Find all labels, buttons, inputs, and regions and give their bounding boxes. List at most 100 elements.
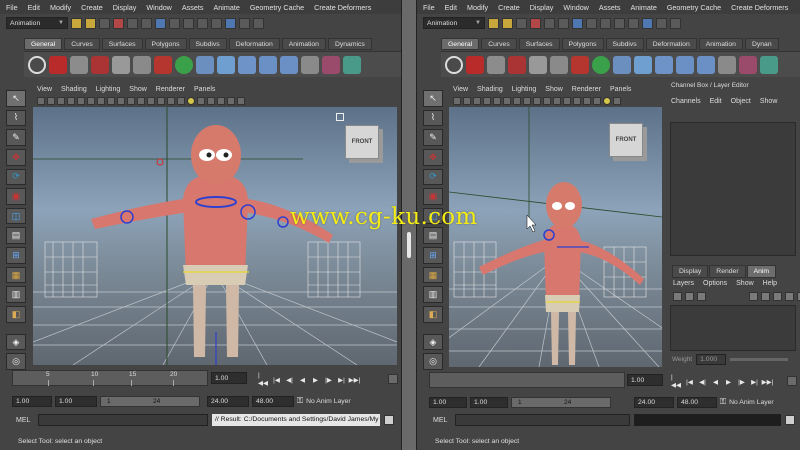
play-forwards-icon[interactable]: ▶ [310, 374, 321, 385]
use-lights-icon[interactable] [603, 96, 611, 105]
film-reel-icon[interactable] [445, 55, 463, 74]
binoculars-2-icon[interactable] [550, 55, 568, 74]
key-icon[interactable]: ⚿ [297, 396, 303, 406]
scale-tool-icon[interactable]: ▣ [6, 188, 26, 205]
layer-menu-options[interactable]: Options [703, 278, 727, 290]
graph-icon[interactable]: ▥ [423, 286, 443, 304]
anim-prefs-icon[interactable] [388, 374, 398, 384]
playback-end-field[interactable]: 24.00 [207, 395, 249, 407]
bookmark-icon[interactable] [57, 96, 65, 105]
time-slider[interactable] [429, 372, 625, 388]
mode-dropdown[interactable]: Animation ▼ [423, 17, 485, 29]
camera-select-icon[interactable] [37, 96, 45, 105]
smooth-shade-icon[interactable] [157, 96, 165, 105]
key-icon[interactable]: ⚿ [720, 397, 726, 407]
shelf-tab-subdivs[interactable]: Subdivs [605, 38, 644, 50]
ipr-render-icon[interactable] [656, 17, 667, 29]
layer-btn-1-icon[interactable] [673, 292, 682, 301]
play-backwards-icon[interactable]: ◀ [297, 374, 308, 385]
keyframe-icon[interactable] [91, 55, 109, 74]
perspective-viewport[interactable]: FRONT [33, 107, 397, 365]
layer-list[interactable] [670, 305, 796, 351]
constraint-icon[interactable] [301, 55, 319, 74]
shelf-tab-surfaces[interactable]: Surfaces [518, 38, 560, 50]
mode-dropdown[interactable]: Animation ▼ [6, 17, 68, 29]
mel-input[interactable] [38, 414, 208, 426]
render-view-icon[interactable]: ◎ [6, 353, 26, 370]
animation-start-field[interactable]: 1.00 [429, 396, 467, 408]
home-icon[interactable] [336, 113, 344, 121]
shelf-tab-dynamics[interactable]: Dynamics [327, 38, 372, 50]
select-component-icon[interactable] [141, 17, 152, 29]
menu-create[interactable]: Create [498, 3, 520, 12]
menu-file[interactable]: File [6, 3, 18, 12]
mel-label[interactable]: MEL [12, 417, 34, 424]
grid-icon[interactable] [493, 96, 501, 105]
rotate-tool-icon[interactable]: ⟳ [423, 168, 443, 186]
select-object-icon[interactable] [544, 17, 555, 29]
shadows-icon[interactable] [613, 96, 621, 105]
open-scene-icon[interactable] [85, 17, 96, 29]
cluster-icon[interactable] [676, 55, 694, 74]
resolution-gate-icon[interactable] [513, 96, 521, 105]
menu-animate[interactable]: Animate [630, 3, 656, 12]
joint-icon[interactable] [196, 55, 214, 74]
resolution-gate-icon[interactable] [97, 96, 105, 105]
channel-menu-object[interactable]: Object [731, 96, 751, 108]
character-model[interactable] [91, 125, 333, 365]
manipulator-icon[interactable]: ◫ [6, 207, 26, 225]
menu-animate[interactable]: Animate [213, 3, 239, 12]
shelf-tab-general[interactable]: General [24, 38, 63, 50]
anim-prefs-icon[interactable] [787, 376, 797, 386]
use-lights-icon[interactable] [187, 96, 195, 105]
script-editor-icon[interactable] [785, 415, 795, 425]
render-icon[interactable] [642, 17, 653, 29]
field-chart-icon[interactable] [117, 96, 125, 105]
channel-menu-edit[interactable]: Edit [710, 96, 722, 108]
viewport-menu-show[interactable]: Show [545, 86, 563, 93]
shelf-tab-animation[interactable]: Animation [281, 38, 326, 50]
curve-icon[interactable] [154, 55, 172, 74]
menu-assets[interactable]: Assets [599, 3, 621, 12]
viewcube[interactable]: FRONT [609, 123, 643, 157]
channel-box-area[interactable] [670, 122, 796, 256]
shelf-tab-polygons[interactable]: Polygons [144, 38, 187, 50]
perspective-viewport[interactable]: FRONT [449, 107, 662, 367]
step-forward-key-icon[interactable]: ▶| [749, 376, 760, 387]
mask-icon[interactable] [572, 17, 583, 29]
layer-btn-5-icon[interactable] [761, 292, 770, 301]
mask-icon[interactable] [155, 17, 166, 29]
lasso-tool-icon[interactable]: ⌇ [423, 109, 443, 127]
viewport-menu-shading[interactable]: Shading [477, 86, 503, 93]
viewport-menu-lighting[interactable]: Lighting [96, 86, 121, 93]
mel-input[interactable] [455, 414, 630, 426]
step-forward-frame-icon[interactable]: |▶ [323, 374, 334, 385]
channel-menu-channels[interactable]: Channels [671, 96, 701, 108]
shelf-tab-curves[interactable]: Curves [481, 38, 517, 50]
menu-geometry-cache[interactable]: Geometry Cache [667, 3, 721, 12]
layer-menu-layers[interactable]: Layers [673, 278, 694, 290]
shelf-tab-general[interactable]: General [441, 38, 480, 50]
layer-menu-show[interactable]: Show [736, 278, 754, 290]
sphere-icon[interactable] [592, 55, 610, 74]
step-forward-frame-icon[interactable]: |▶ [736, 376, 747, 387]
menu-create[interactable]: Create [81, 3, 103, 12]
safe-title-icon[interactable] [137, 96, 145, 105]
menu-edit[interactable]: Edit [445, 3, 457, 12]
snap-grid-icon[interactable] [169, 17, 180, 29]
paint-select-icon[interactable]: ✎ [6, 129, 26, 146]
layer-btn-3-icon[interactable] [697, 292, 706, 301]
lattice-icon[interactable] [697, 55, 715, 74]
step-back-frame-icon[interactable]: ◀| [284, 374, 295, 385]
film-gate-icon[interactable] [87, 96, 95, 105]
animation-end-field[interactable]: 48.00 [252, 395, 294, 407]
animation-end-field[interactable]: 48.00 [677, 396, 717, 408]
textured-icon[interactable] [593, 96, 601, 105]
open-scene-icon[interactable] [502, 17, 513, 29]
sphere-icon[interactable] [175, 55, 193, 74]
outliner-icon[interactable]: ▦ [423, 266, 443, 284]
camera-attr-icon[interactable] [47, 96, 55, 105]
camera-icon[interactable] [70, 55, 88, 74]
layer-icon[interactable]: ◈ [6, 333, 26, 351]
select-tool-icon[interactable]: ↖ [6, 90, 26, 107]
